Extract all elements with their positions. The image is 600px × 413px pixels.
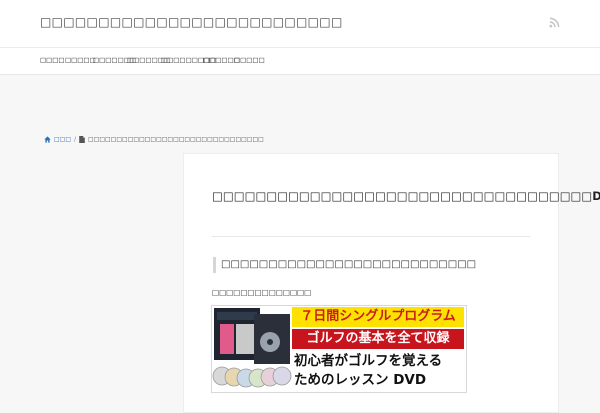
post-title: □□□□□□□□□□□□□□□□□□□□□□□□□□□□□□□□□□□DVD [212,189,600,203]
nav-item-2[interactable]: □□□□□ [65,56,96,64]
banner-text-lesson: ためのレッスン DVD [294,372,427,388]
title-divider [212,236,530,237]
home-icon [44,136,51,143]
site-header: □□□□□□□□□□□□□□□□□□□□□□□□□□ [0,0,600,47]
nav-item-1[interactable]: □□□□ [40,56,65,64]
dvd-banner-link[interactable]: ７日間シングルプログラム ゴルフの基本を全て収録 初心者がゴルフを覚える ための… [211,305,467,393]
banner-text-beginner: 初心者がゴルフを覚える [294,353,443,369]
section-heading: □□□□□□□□□□□□□□□□□□□□□□□□□□□ [213,257,521,273]
post-card: □□□□□□□□□□□□□□□□□□□□□□□□□□□□□□□□□□□DVD □… [183,153,600,413]
banner-caption: □□□□□□□□□□□□□□ [212,288,312,297]
banner-headline-basics: ゴルフの基本を全て収録 [292,329,464,349]
site-title[interactable]: □□□□□□□□□□□□□□□□□□□□□□□□□□ [40,15,343,29]
breadcrumb: □□□ / □□□□□□□□□□□□□□□□□□□□□□□□□□□□□□□ [44,136,264,143]
document-icon [79,136,85,143]
nav-item-7[interactable]: □□□□□ [234,56,265,64]
rss-icon[interactable] [549,17,560,28]
breadcrumb-current: □□□□□□□□□□□□□□□□□□□□□□□□□□□□□□□ [88,136,264,143]
banner-headline-program: ７日間シングルプログラム [292,307,464,327]
breadcrumb-home-link[interactable]: □□□ [54,136,71,143]
main-nav: □□□□ □□□□□ □□□□□□□ □□□□□□□ □□□□□□□□□ □□□… [0,47,600,75]
breadcrumb-separator: / [74,136,77,143]
